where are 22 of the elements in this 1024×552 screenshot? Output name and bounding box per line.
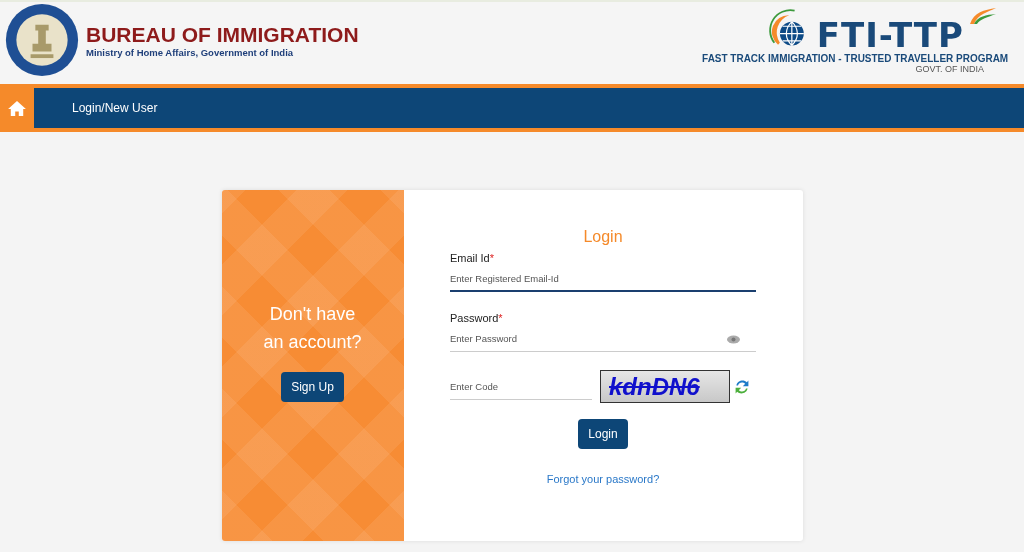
eye-icon[interactable] (727, 335, 740, 344)
nav-link[interactable]: Login/New User (72, 101, 158, 115)
field-label: Email Id (450, 252, 490, 264)
flag-icon (968, 6, 998, 26)
site-title: BUREAU OF IMMIGRATION (86, 22, 359, 47)
home-icon (8, 100, 26, 116)
seal-icon (4, 2, 80, 78)
captcha-image: kdnDN6 (600, 370, 730, 403)
program-name: FAST TRACK IMMIGRATION - TRUSTED TRAVELLER PROGRAM (701, 52, 1008, 64)
program-owner: GOVT. OF INDIA (915, 64, 984, 74)
required-mark: * (498, 312, 503, 324)
captcha-field[interactable]: Enter Code (450, 373, 592, 400)
site-subtitle: Ministry of Home Affairs, Government of India (86, 46, 295, 58)
login-title: Login (583, 228, 623, 246)
signup-prompt: Don't have an account? (262, 302, 363, 354)
email-field[interactable]: Enter Registered Email-Id (450, 266, 756, 292)
program-logo: FTI-TTP (816, 18, 964, 52)
login-button[interactable]: Login (578, 419, 628, 449)
signup-button[interactable]: Sign Up (281, 371, 344, 402)
required-mark: * (489, 252, 495, 264)
forgot-password-link[interactable]: Forgot your password? (546, 473, 660, 485)
field-label: Password (450, 312, 499, 324)
